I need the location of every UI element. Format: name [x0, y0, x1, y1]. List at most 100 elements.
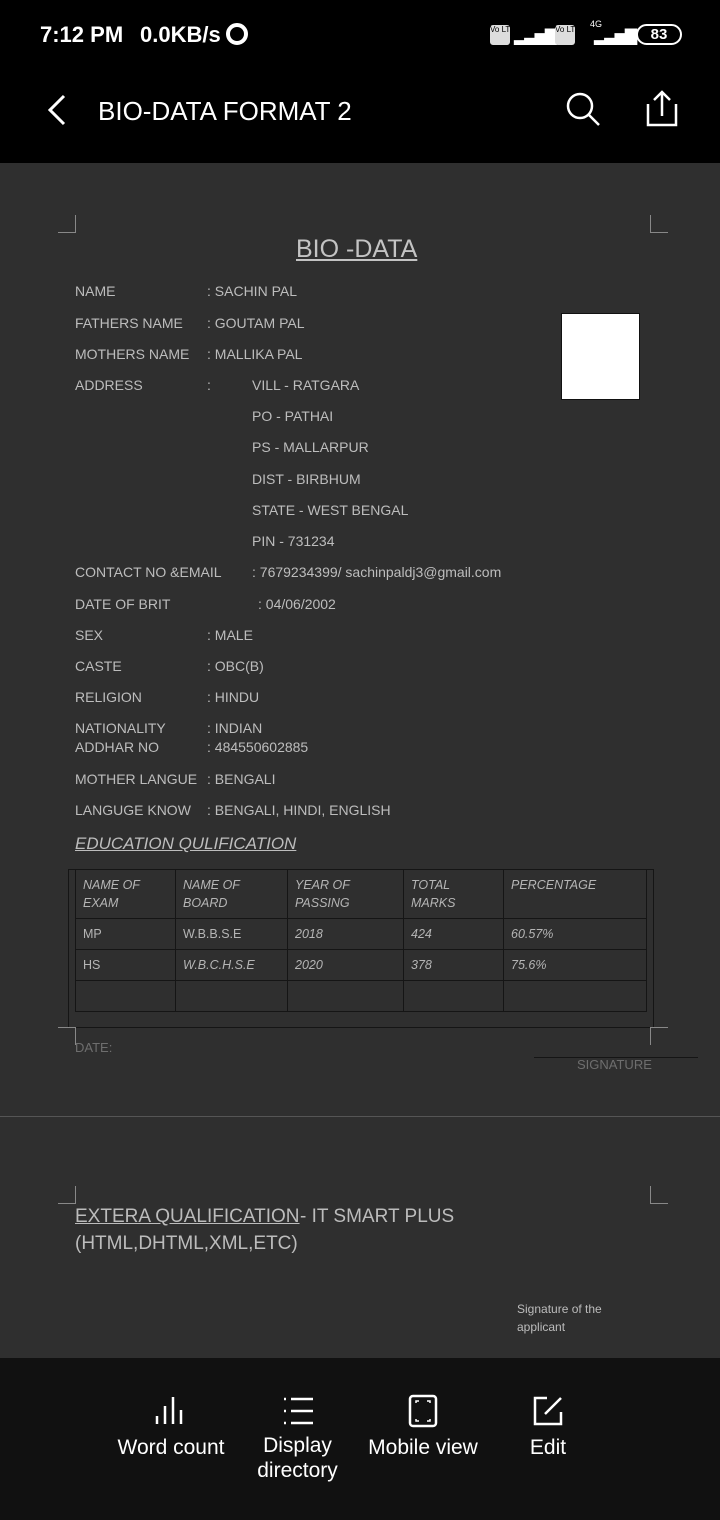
field-value: : MALE	[207, 627, 253, 643]
bottom-toolbar: Word count Display directory Mobile view…	[0, 1358, 720, 1520]
field-value: : OBC(B)	[207, 658, 264, 674]
cell: 378	[403, 949, 504, 981]
field-label: MOTHER LANGUE	[75, 771, 198, 787]
margin-corner	[650, 1186, 668, 1204]
chrome-icon	[226, 23, 248, 45]
back-icon[interactable]	[44, 92, 70, 128]
education-heading: EDUCATION QULIFICATION	[75, 834, 297, 853]
volte-icon-2: Vo LTE	[555, 25, 581, 45]
display-directory-label: Display directory	[257, 1434, 338, 1482]
margin-corner	[58, 1186, 76, 1204]
cell	[287, 980, 404, 1012]
table-header-row: NAME OF EXAM NAME OF BOARD YEAR OF PASSI…	[75, 869, 647, 919]
margin-corner	[58, 215, 76, 233]
cell: W.B.C.H.S.E	[175, 949, 288, 981]
field-value: : 484550602885	[207, 739, 309, 755]
extra-qualification-label: EXTERA QUALIFICATION	[75, 1206, 300, 1227]
field-value: : HINDU	[207, 689, 260, 705]
header-cell: NAME OF BOARD	[175, 869, 288, 919]
extra-qualification-detail: (HTML,DHTML,XML,ETC)	[75, 1233, 298, 1254]
list-icon	[283, 1397, 313, 1425]
cell	[403, 980, 504, 1012]
field-value: : BENGALI	[207, 771, 276, 787]
cell: HS	[75, 949, 176, 981]
signal-icon: ▂▃▅▇	[514, 28, 557, 45]
page-divider	[0, 1116, 720, 1117]
date-label: DATE:	[75, 1040, 113, 1055]
cell: 424	[403, 918, 504, 950]
field-label: MOTHERS NAME	[75, 346, 190, 362]
edit-icon	[533, 1396, 563, 1426]
status-bar: 7:12 PM 0.0KB/s Vo LTE ▂▃▅▇ Vo LTE 4G ▂▃…	[0, 0, 720, 70]
cell: 2020	[287, 949, 404, 981]
mobile-view-button[interactable]: Mobile view	[358, 1394, 488, 1460]
field-label: FATHERS NAME	[75, 315, 183, 331]
search-icon[interactable]	[564, 90, 602, 128]
signature-label: SIGNATURE	[577, 1057, 652, 1072]
page-title: BIO-DATA FORMAT 2	[98, 96, 352, 126]
field-label: DATE OF BRIT	[75, 596, 171, 612]
field-value: : INDIAN	[207, 720, 263, 736]
field-label: ADDHAR NO	[75, 739, 160, 755]
cell: W.B.B.S.E	[175, 918, 288, 950]
cell: MP	[75, 918, 176, 950]
cell: 75.6%	[503, 949, 647, 981]
margin-corner	[58, 1027, 76, 1045]
header-cell: TOTAL MARKS	[403, 869, 504, 919]
field-value: : BENGALI, HINDI, ENGLISH	[207, 802, 391, 818]
address-line: PIN - 731234	[252, 533, 335, 549]
address-line: VILL - RATGARA	[252, 377, 360, 393]
volte-icon: Vo LTE	[490, 25, 516, 45]
field-label: RELIGION	[75, 689, 142, 705]
photo-placeholder	[561, 313, 640, 400]
applicant-signature: Signature of the applicant	[517, 1302, 602, 1334]
field-label: ADDRESS	[75, 377, 143, 393]
cell	[503, 980, 647, 1012]
cell: 2018	[287, 918, 404, 950]
address-line: DIST - BIRBHUM	[252, 471, 361, 487]
address-line: PS - MALLARPUR	[252, 439, 369, 455]
table-row: MP W.B.B.S.E 2018 424 60.57%	[75, 918, 647, 950]
doc-title: BIO -DATA	[296, 235, 418, 263]
cell	[175, 980, 288, 1012]
margin-corner	[650, 1027, 668, 1045]
table-row	[75, 980, 647, 1012]
extra-qualification-value: - IT SMART PLUS	[300, 1206, 455, 1227]
field-label: CONTACT NO &EMAIL	[75, 564, 222, 580]
word-count-label: Word count	[117, 1436, 225, 1459]
field-value: : 04/06/2002	[258, 596, 336, 612]
field-label: SEX	[75, 627, 104, 643]
field-value: :	[207, 377, 211, 393]
table-row: HS W.B.C.H.S.E 2020 378 75.6%	[75, 949, 647, 981]
battery-indicator: 83	[636, 24, 682, 45]
mobile-view-label: Mobile view	[368, 1436, 478, 1459]
display-directory-button[interactable]: Display directory	[240, 1394, 355, 1483]
edit-button[interactable]: Edit	[500, 1394, 596, 1460]
header-cell: NAME OF EXAM	[75, 869, 176, 919]
cell: 60.57%	[503, 918, 647, 950]
clock: 7:12 PM	[40, 22, 124, 47]
net-speed: 0.0KB/s	[140, 22, 221, 47]
field-label: LANGUGE KNOW	[75, 802, 191, 818]
field-label: NAME	[75, 283, 116, 299]
field-value: : MALLIKA PAL	[207, 346, 303, 362]
header-cell: PERCENTAGE	[503, 869, 647, 919]
address-line: STATE - WEST BENGAL	[252, 502, 409, 518]
app-bar: BIO-DATA FORMAT 2	[0, 70, 720, 163]
cell	[75, 980, 176, 1012]
field-value: : SACHIN PAL	[207, 283, 297, 299]
header-cell: YEAR OF PASSING	[287, 869, 404, 919]
margin-corner	[650, 215, 668, 233]
field-label: CASTE	[75, 658, 122, 674]
address-line: PO - PATHAI	[252, 408, 334, 424]
field-value: : 7679234399/ sachinpaldj3@gmail.com	[252, 564, 502, 580]
field-value: : GOUTAM PAL	[207, 315, 305, 331]
signal-icon-2: ▂▃▅▇	[594, 28, 637, 45]
word-count-button[interactable]: Word count	[106, 1394, 236, 1460]
bar-chart-icon	[155, 1397, 183, 1424]
share-icon[interactable]	[644, 88, 680, 128]
field-label: NATIONALITY	[75, 720, 166, 736]
mobile-view-icon	[408, 1394, 438, 1428]
education-table: NAME OF EXAM NAME OF BOARD YEAR OF PASSI…	[75, 869, 647, 1012]
edit-label: Edit	[529, 1436, 567, 1459]
